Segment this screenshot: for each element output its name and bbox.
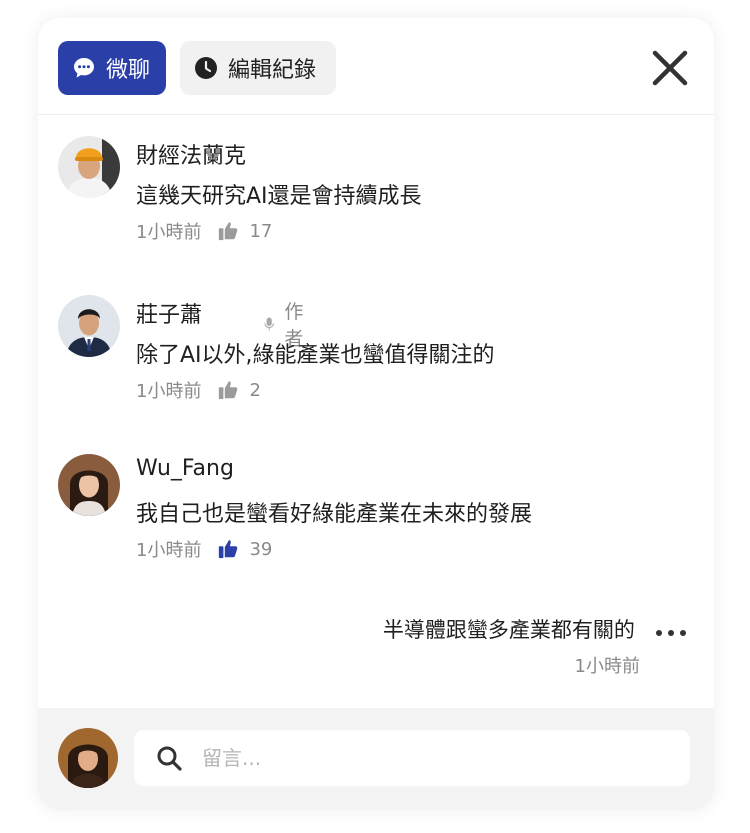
like-count: 39 <box>249 538 273 560</box>
like-count: 17 <box>249 220 273 242</box>
thumbs-up-icon[interactable] <box>217 220 239 242</box>
comment-meta: 1小時前 17 <box>136 218 272 244</box>
more-options-icon[interactable] <box>654 623 688 643</box>
avatar[interactable] <box>58 136 120 198</box>
tab-edit-history[interactable]: 編輯紀錄 <box>180 41 336 95</box>
clock-icon <box>195 57 217 79</box>
microphone-icon <box>264 317 274 331</box>
commenter-name[interactable]: 財經法蘭克 <box>136 138 246 170</box>
close-icon[interactable] <box>650 48 690 88</box>
comment-time: 1小時前 <box>136 540 202 561</box>
comment-input-box[interactable] <box>134 730 690 786</box>
chat-bubble-icon <box>74 58 94 78</box>
thumbs-up-icon[interactable] <box>217 379 239 401</box>
search-icon <box>157 746 182 771</box>
current-user-avatar[interactable] <box>58 728 118 788</box>
comment-time: 1小時前 <box>136 222 202 243</box>
comment-meta: 1小時前 39 <box>136 536 272 562</box>
own-comment-time: 1小時前 <box>574 656 640 677</box>
commenter-name[interactable]: Wu_Fang <box>136 456 234 481</box>
comment-text: 我自己也是蠻看好綠能產業在未來的發展 <box>136 502 533 527</box>
comment-text: 除了AI以外,綠能產業也蠻值得關注的 <box>136 343 495 368</box>
comment-composer <box>38 708 714 810</box>
own-comment: 半導體跟蠻多產業都有關的 1小時前 <box>383 614 688 678</box>
comment-time: 1小時前 <box>136 381 202 402</box>
commenter-name[interactable]: 莊子蕭 <box>136 297 202 329</box>
own-comment-text: 半導體跟蠻多產業都有關的 <box>382 618 635 642</box>
comment-meta: 1小時前 2 <box>136 377 261 403</box>
avatar[interactable] <box>58 454 120 516</box>
thumbs-up-icon[interactable] <box>217 538 239 560</box>
tab-edit-history-label: 編輯紀錄 <box>228 58 317 83</box>
comment-input[interactable] <box>200 745 644 771</box>
like-count: 2 <box>249 379 261 401</box>
comments-panel: 微聊 編輯紀錄 財經法蘭克 這幾天研究AI還是會持續成長 1小時前 17 莊子蕭… <box>38 18 714 810</box>
panel-header: 微聊 編輯紀錄 <box>38 18 714 115</box>
tab-chat[interactable]: 微聊 <box>58 41 166 95</box>
comment-text: 這幾天研究AI還是會持續成長 <box>136 184 422 209</box>
tab-chat-label: 微聊 <box>106 58 151 83</box>
avatar[interactable] <box>58 295 120 357</box>
